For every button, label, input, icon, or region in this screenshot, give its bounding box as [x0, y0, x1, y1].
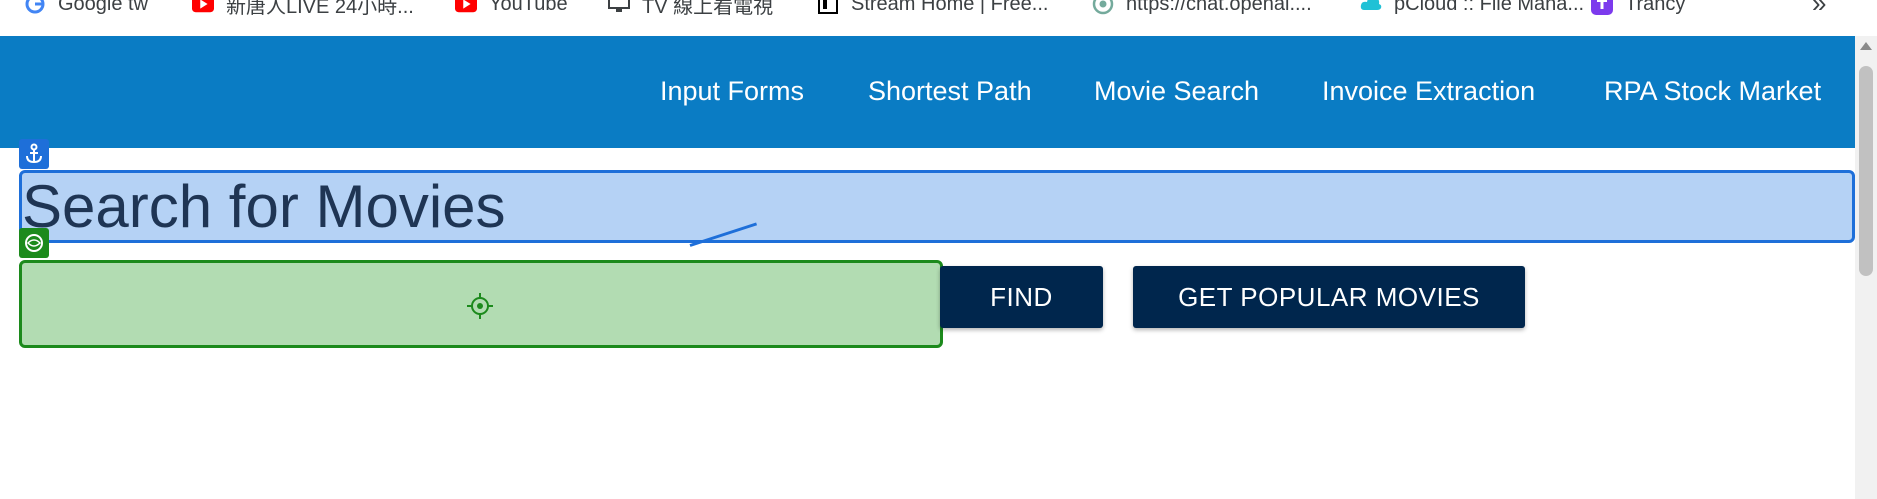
bookmark-tv[interactable]: TV 線上看電視 — [608, 0, 773, 18]
bookmark-ntd-live[interactable]: 新唐人LIVE 24小時... — [192, 0, 414, 18]
nav-shortest-path[interactable]: Shortest Path — [868, 76, 1032, 107]
nav-invoice-extraction[interactable]: Invoice Extraction — [1322, 76, 1535, 107]
bookmark-label: pCloud :: File Mana... — [1394, 0, 1585, 15]
target-icon — [19, 228, 49, 258]
bookmarks-overflow-icon[interactable]: » — [1812, 0, 1826, 19]
bookmark-pcloud[interactable]: pCloud :: File Mana... — [1360, 0, 1584, 18]
bookmark-label: Trancy — [1625, 0, 1686, 15]
bookmarks-bar: Google tw 新唐人LIVE 24小時... YouTube TV 線上看… — [0, 0, 1877, 36]
scroll-up-arrow-icon[interactable] — [1860, 42, 1872, 50]
bookmark-label: https://chat.openai.... — [1126, 0, 1312, 15]
find-button[interactable]: FIND — [940, 266, 1103, 328]
bookmark-youtube[interactable]: YouTube — [455, 0, 568, 18]
youtube-icon — [192, 0, 214, 15]
pcloud-icon — [1360, 0, 1382, 15]
bookmark-label: 新唐人LIVE 24小時... — [226, 0, 414, 18]
anchor-icon — [19, 139, 49, 169]
scrollbar-thumb[interactable] — [1859, 66, 1873, 276]
stream-icon — [817, 0, 839, 15]
bookmark-label: Stream Home | Free... — [851, 0, 1049, 15]
bookmark-google-tw[interactable]: Google tw — [24, 0, 148, 18]
bookmark-trancy[interactable]: Trancy — [1591, 0, 1685, 18]
monitor-icon — [608, 0, 630, 15]
google-icon — [24, 0, 46, 15]
bookmark-stream-home[interactable]: Stream Home | Free... — [817, 0, 1048, 18]
trancy-icon — [1591, 0, 1613, 15]
nav-rpa-stock-market[interactable]: RPA Stock Market — [1604, 76, 1821, 107]
openai-icon — [1092, 0, 1114, 15]
page-scrollbar[interactable] — [1855, 36, 1877, 499]
bookmark-label: Google tw — [58, 0, 149, 15]
bookmark-openai[interactable]: https://chat.openai.... — [1092, 0, 1312, 18]
nav-input-forms[interactable]: Input Forms — [660, 76, 804, 107]
page-title: Search for Movies — [22, 173, 506, 240]
get-popular-movies-button[interactable]: GET POPULAR MOVIES — [1133, 266, 1525, 328]
bookmark-label: YouTube — [489, 0, 568, 15]
nav-movie-search[interactable]: Movie Search — [1094, 76, 1259, 107]
youtube-icon — [455, 0, 477, 15]
crosshair-icon — [467, 293, 493, 319]
bookmark-label: TV 線上看電視 — [642, 0, 774, 18]
top-navigation: Input Forms Shortest Path Movie Search I… — [0, 36, 1855, 148]
